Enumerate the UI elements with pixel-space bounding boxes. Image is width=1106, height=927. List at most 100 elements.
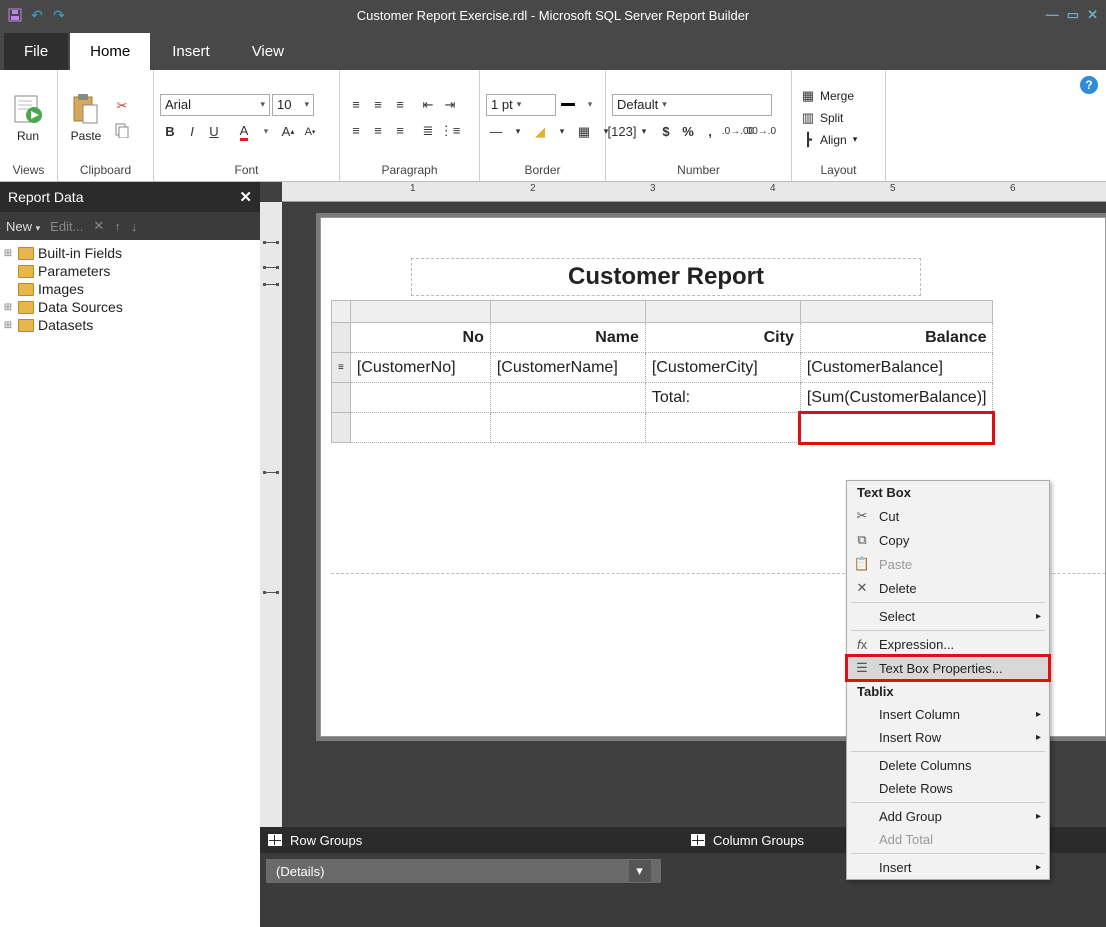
col-header[interactable]: No (350, 323, 490, 353)
bold-button[interactable]: B (160, 122, 180, 142)
shrink-font-button[interactable]: A▾ (300, 122, 320, 142)
tree-node[interactable]: ⊞Built-in Fields (2, 244, 258, 262)
underline-button[interactable]: U (204, 122, 224, 142)
chevron-down-icon[interactable]: ▾ (256, 122, 276, 142)
field-cell[interactable]: [CustomerCity] (645, 353, 800, 383)
decrease-decimal-button[interactable]: .00→.0 (750, 122, 770, 142)
new-button[interactable]: New ▾ (6, 219, 40, 234)
col-header[interactable]: Balance (800, 323, 993, 353)
maximize-icon[interactable]: ▭ (1067, 7, 1079, 23)
context-delete-columns[interactable]: Delete Columns (847, 754, 1049, 777)
field-cell[interactable]: [CustomerName] (490, 353, 645, 383)
col-header[interactable]: City (645, 323, 800, 353)
grow-font-button[interactable]: A▴ (278, 122, 298, 142)
context-expression[interactable]: fxExpression... (847, 633, 1049, 656)
increase-indent-button[interactable]: ⇥ (440, 95, 460, 115)
close-icon[interactable]: ✕ (1087, 7, 1098, 23)
minimize-icon[interactable]: — (1046, 7, 1059, 23)
align-middle-button[interactable]: ≡ (368, 95, 388, 115)
bullet-list-button[interactable]: ⋮≡ (440, 121, 460, 141)
save-icon[interactable] (6, 6, 24, 24)
split-button[interactable]: ▥Split (798, 108, 857, 128)
copy-icon[interactable] (112, 120, 132, 140)
title-bar: ↶ ↷ Customer Report Exercise.rdl - Micro… (0, 0, 1106, 30)
row-groups-label: Row Groups (290, 833, 362, 848)
context-delete[interactable]: ✕Delete (847, 576, 1049, 600)
border-style-button[interactable]: — (486, 122, 506, 142)
paste-button[interactable]: Paste (64, 93, 108, 143)
context-insert-column[interactable]: Insert Column▸ (847, 703, 1049, 726)
context-textbox-properties[interactable]: ☰Text Box Properties... (847, 656, 1049, 680)
folder-icon (18, 319, 34, 332)
context-cut[interactable]: ✂Cut (847, 504, 1049, 528)
font-family-select[interactable]: Arial (160, 94, 270, 116)
column-groups-label: Column Groups (713, 833, 804, 848)
tree-node[interactable]: ⊞Datasets (2, 316, 258, 334)
tab-file[interactable]: File (4, 33, 68, 70)
move-up-icon: ↑ (114, 219, 121, 234)
align-right-button[interactable]: ≡ (390, 121, 410, 141)
context-select[interactable]: Select▸ (847, 605, 1049, 628)
align-button[interactable]: ┣Align ▾ (798, 130, 857, 150)
align-bottom-button[interactable]: ≡ (390, 95, 410, 115)
window-title: Customer Report Exercise.rdl - Microsoft… (357, 8, 750, 23)
fill-color-button[interactable]: ◢ (530, 122, 550, 142)
details-group[interactable]: (Details) ▾ (266, 859, 661, 883)
tree-node[interactable]: Images (2, 280, 258, 298)
help-icon[interactable]: ? (1080, 76, 1098, 94)
total-expr-cell[interactable]: [Sum(CustomerBalance)] (800, 383, 993, 413)
chevron-down-icon[interactable]: ▾ (508, 122, 528, 142)
percent-button[interactable]: % (678, 122, 698, 142)
report-tablix[interactable]: No Name City Balance ≡ [CustomerNo] [Cus… (331, 300, 993, 443)
tab-home[interactable]: Home (70, 33, 150, 70)
currency-list-button[interactable]: [123] (612, 122, 632, 142)
selected-textbox[interactable] (800, 413, 993, 443)
font-color-button[interactable]: A (234, 122, 254, 142)
context-paste: 📋Paste (847, 552, 1049, 576)
chevron-down-icon[interactable]: ▾ (552, 122, 572, 142)
total-label-cell[interactable]: Total: (645, 383, 800, 413)
context-menu: Text Box ✂Cut ⧉Copy 📋Paste ✕Delete Selec… (846, 480, 1050, 880)
folder-icon (18, 247, 34, 260)
delete-icon: ✕ (853, 580, 871, 596)
merge-button[interactable]: ▦Merge (798, 86, 857, 106)
field-cell[interactable]: [CustomerNo] (350, 353, 490, 383)
col-header[interactable]: Name (490, 323, 645, 353)
tab-insert[interactable]: Insert (152, 33, 230, 70)
border-preset-button[interactable]: ▦ (574, 122, 594, 142)
group-layout-label: Layout (798, 161, 879, 181)
comma-button[interactable]: , (700, 122, 720, 142)
align-top-button[interactable]: ≡ (346, 95, 366, 115)
run-button[interactable]: Run (6, 93, 50, 143)
italic-button[interactable]: I (182, 122, 202, 142)
context-delete-rows[interactable]: Delete Rows (847, 777, 1049, 800)
chevron-down-icon[interactable]: ▾ (580, 95, 600, 115)
align-left-button[interactable]: ≡ (346, 121, 366, 141)
border-color-button[interactable] (558, 95, 578, 115)
close-panel-icon[interactable]: ✕ (239, 188, 252, 206)
chevron-down-icon[interactable]: ▾ (634, 122, 654, 142)
decrease-indent-button[interactable]: ⇤ (418, 95, 438, 115)
border-width-select[interactable]: 1 pt (486, 94, 556, 116)
context-insert[interactable]: Insert▸ (847, 856, 1049, 879)
context-add-group[interactable]: Add Group▸ (847, 805, 1049, 828)
report-data-tree[interactable]: ⊞Built-in Fields Parameters Images ⊞Data… (0, 240, 260, 927)
context-copy[interactable]: ⧉Copy (847, 528, 1049, 552)
chevron-down-icon[interactable]: ▾ (629, 860, 651, 882)
tree-node[interactable]: ⊞Data Sources (2, 298, 258, 316)
align-center-button[interactable]: ≡ (368, 121, 388, 141)
undo-icon[interactable]: ↶ (28, 6, 46, 24)
currency-button[interactable]: $ (656, 122, 676, 142)
numbered-list-button[interactable]: ≣ (418, 121, 438, 141)
group-number-label: Number (612, 161, 785, 181)
report-title[interactable]: Customer Report (411, 258, 921, 296)
merge-icon: ▦ (798, 86, 818, 106)
tree-node[interactable]: Parameters (2, 262, 258, 280)
font-size-select[interactable]: 10 (272, 94, 314, 116)
number-format-select[interactable]: Default (612, 94, 772, 116)
cut-icon[interactable]: ✂ (112, 96, 132, 116)
redo-icon[interactable]: ↷ (50, 6, 68, 24)
field-cell[interactable]: [CustomerBalance] (800, 353, 993, 383)
tab-view[interactable]: View (232, 33, 304, 70)
context-insert-row[interactable]: Insert Row▸ (847, 726, 1049, 749)
